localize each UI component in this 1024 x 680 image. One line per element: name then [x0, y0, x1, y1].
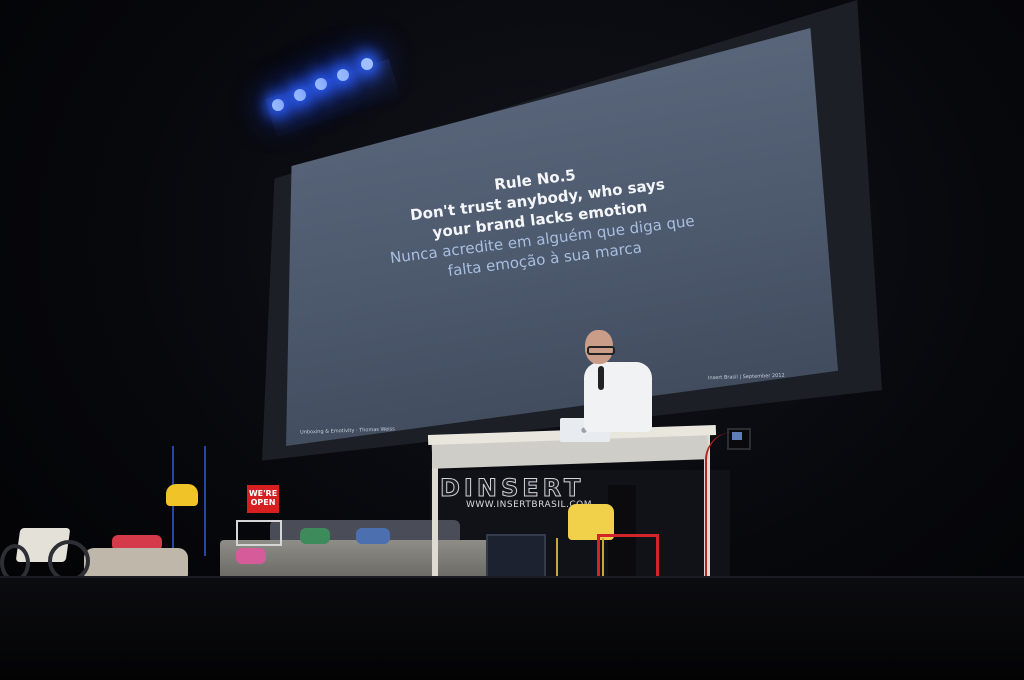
spotlight [315, 78, 327, 90]
open-sign-line-1: WE'RE [248, 489, 278, 498]
microphone-icon [598, 366, 604, 390]
conference-stage-photo: Rule No.5 Don't trust anybody, who says … [0, 0, 1024, 680]
red-cable [705, 432, 733, 577]
spotlight [361, 58, 373, 70]
lighting-truss [265, 58, 401, 138]
pillow [300, 528, 330, 544]
open-sign: WE'RE OPEN [247, 485, 279, 513]
spotlight [337, 69, 349, 81]
side-table [236, 520, 282, 546]
glasses-icon [587, 346, 615, 355]
pillow [356, 528, 390, 544]
banner-text: DINSERT [439, 474, 585, 503]
spotlight [294, 89, 306, 101]
spotlight [272, 99, 284, 111]
presenter-shirt [584, 362, 652, 432]
stage-floor [0, 578, 1024, 680]
yellow-handbag [166, 484, 198, 506]
open-sign-line-2: OPEN [250, 498, 276, 507]
pillow [236, 548, 266, 564]
monitor-screen [732, 432, 742, 440]
